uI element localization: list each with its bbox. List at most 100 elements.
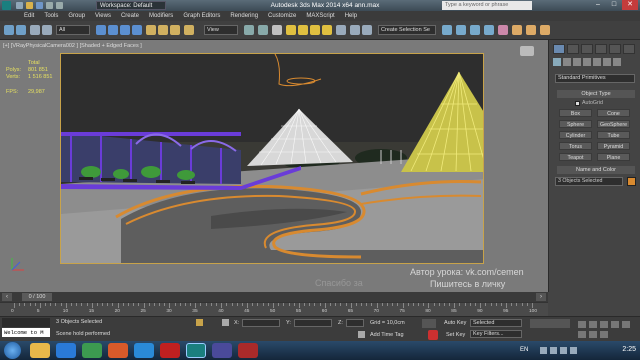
redo-toolbar-icon[interactable]: [16, 25, 26, 35]
zoom-extents-icon[interactable]: [600, 321, 608, 328]
name-and-color-rollout[interactable]: Name and Color: [557, 166, 635, 174]
slider-right-arrow-icon[interactable]: ›: [536, 293, 546, 301]
key-filters-button[interactable]: Key Filters...: [470, 330, 522, 338]
pivot-icon[interactable]: [244, 25, 254, 35]
menu-item[interactable]: Modifiers: [149, 13, 173, 19]
shapes-icon[interactable]: [563, 58, 571, 66]
zoom-icon[interactable]: [578, 321, 586, 328]
time-slider-thumb[interactable]: 0 / 100: [22, 293, 52, 301]
cameras-icon[interactable]: [583, 58, 591, 66]
tube-button[interactable]: Tube: [597, 131, 630, 139]
menu-item[interactable]: Help: [345, 13, 357, 19]
set-key-icon[interactable]: [428, 330, 438, 340]
network-icon[interactable]: [560, 347, 567, 354]
layer-explorer-icon[interactable]: [442, 25, 452, 35]
explorer-task-icon[interactable]: [30, 343, 50, 358]
clock[interactable]: 2:25: [622, 346, 636, 353]
maxscript-mini-listener[interactable]: Welcome to M: [2, 328, 50, 337]
language-indicator[interactable]: EN: [520, 347, 528, 353]
track-bar[interactable]: 0 5 10 15 20 25 30 35 40 45 50 55 60 65 70 75 80 85 90 95 10…: [0, 302, 548, 316]
modify-tab-icon[interactable]: [567, 44, 579, 54]
search-input[interactable]: Type a keyword or phrase: [442, 1, 532, 10]
torus-button[interactable]: Torus: [559, 142, 592, 150]
field-of-view-icon[interactable]: [622, 321, 630, 328]
utilities-tab-icon[interactable]: [623, 44, 635, 54]
pan-icon[interactable]: [578, 331, 586, 338]
cylinder-button[interactable]: Cylinder: [559, 131, 592, 139]
menu-item[interactable]: Views: [95, 13, 111, 19]
pyramid-button[interactable]: Pyramid: [597, 142, 630, 150]
motion-tab-icon[interactable]: [595, 44, 607, 54]
x-coordinate-field[interactable]: [242, 319, 280, 327]
systems-icon[interactable]: [613, 58, 621, 66]
frame-controls[interactable]: [530, 319, 570, 328]
key-mode-dropdown[interactable]: Selected: [470, 319, 522, 327]
selection-filter-dropdown[interactable]: All: [56, 25, 90, 35]
window-crossing-icon[interactable]: [132, 25, 142, 35]
maximize-viewport-icon[interactable]: [600, 331, 608, 338]
create-tab-icon[interactable]: [553, 44, 565, 54]
link-icon[interactable]: [30, 25, 40, 35]
render-setup-icon[interactable]: [512, 25, 522, 35]
menu-item[interactable]: Group: [68, 13, 85, 19]
object-type-rollout[interactable]: Object Type: [557, 90, 635, 98]
menu-item[interactable]: Tools: [44, 13, 58, 19]
material-editor-icon[interactable]: [498, 25, 508, 35]
select-manipulate-icon[interactable]: [258, 25, 268, 35]
app-task-icon[interactable]: [108, 343, 128, 358]
orbit-icon[interactable]: [589, 331, 597, 338]
hierarchy-tab-icon[interactable]: [581, 44, 593, 54]
time-slider-track[interactable]: ‹ 0 / 100 ›: [0, 292, 548, 302]
lock-selection-icon[interactable]: [196, 319, 203, 326]
auto-key-button[interactable]: Auto Key: [444, 320, 466, 326]
playback-controls-icon[interactable]: [422, 319, 436, 328]
teapot-button[interactable]: Teapot: [559, 153, 592, 161]
viewport-render-frame[interactable]: [60, 53, 484, 264]
region-select-icon[interactable]: [120, 25, 130, 35]
undo-icon[interactable]: [46, 2, 53, 9]
minimize-icon[interactable]: –: [590, 0, 606, 10]
primitive-type-dropdown[interactable]: Standard Primitives: [555, 74, 635, 83]
snap-toggle-icon[interactable]: [286, 25, 296, 35]
object-color-swatch[interactable]: [627, 177, 636, 186]
align-icon[interactable]: [362, 25, 372, 35]
set-key-button[interactable]: Set Key: [446, 332, 465, 338]
box-button[interactable]: Box: [559, 109, 592, 117]
scale-icon[interactable]: [170, 25, 180, 35]
object-name-field[interactable]: 3 Objects Selected: [555, 177, 623, 186]
maximize-icon[interactable]: □: [606, 0, 622, 10]
select-by-name-icon[interactable]: [108, 25, 118, 35]
rotate-icon[interactable]: [158, 25, 168, 35]
sphere-button[interactable]: Sphere: [559, 120, 592, 128]
app-logo-icon[interactable]: [2, 1, 11, 10]
tray-icon[interactable]: [540, 347, 547, 354]
volume-icon[interactable]: [570, 347, 577, 354]
helpers-icon[interactable]: [593, 58, 601, 66]
viewport-label[interactable]: [+] [VRayPhysicalCamera002 ] [Shaded + E…: [3, 43, 142, 49]
time-tag-icon[interactable]: [358, 331, 365, 338]
curve-editor-icon[interactable]: [470, 25, 480, 35]
start-button-icon[interactable]: [4, 342, 21, 359]
maxscript-listener-top[interactable]: [2, 318, 50, 327]
new-file-icon[interactable]: [16, 2, 23, 9]
recorder-task-icon[interactable]: [160, 343, 180, 358]
place-icon[interactable]: [184, 25, 194, 35]
menu-item[interactable]: MAXScript: [306, 13, 334, 19]
edit-named-selection-icon[interactable]: [336, 25, 346, 35]
menu-item[interactable]: Customize: [268, 13, 296, 19]
display-tab-icon[interactable]: [609, 44, 621, 54]
menu-item[interactable]: Graph Editors: [183, 13, 220, 19]
menu-item[interactable]: Rendering: [230, 13, 258, 19]
space-warps-icon[interactable]: [603, 58, 611, 66]
save-file-icon[interactable]: [36, 2, 43, 9]
spinner-snap-icon[interactable]: [322, 25, 332, 35]
reference-coordinate-dropdown[interactable]: View: [204, 25, 238, 35]
autogrid-checkbox[interactable]: [575, 100, 580, 106]
keyboard-shortcut-icon[interactable]: [272, 25, 282, 35]
chat-task-icon[interactable]: [134, 343, 154, 358]
angle-snap-icon[interactable]: [298, 25, 308, 35]
zoom-extents-all-icon[interactable]: [611, 321, 619, 328]
select-object-icon[interactable]: [96, 25, 106, 35]
menu-item[interactable]: Edit: [24, 13, 34, 19]
close-icon[interactable]: ✕: [622, 0, 638, 10]
